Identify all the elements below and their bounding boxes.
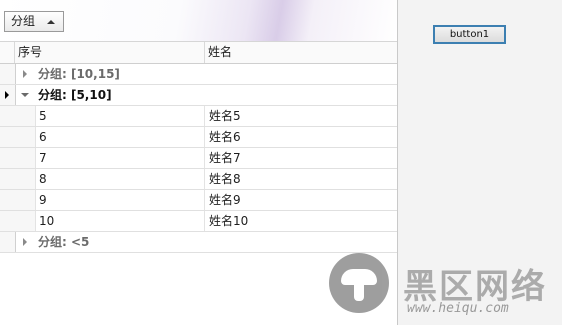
row-indicator	[0, 127, 16, 147]
cell-name[interactable]: 姓名8	[205, 169, 397, 189]
table-row[interactable]: 7 姓名7	[0, 148, 397, 169]
table-row[interactable]: 10 姓名10	[0, 211, 397, 232]
group-indent	[15, 127, 36, 147]
cell-name[interactable]: 姓名7	[205, 148, 397, 168]
cell-name[interactable]: 姓名5	[205, 106, 397, 126]
group-indent	[15, 106, 36, 126]
mushroom-logo-icon	[329, 253, 389, 313]
cell-index[interactable]: 10	[35, 211, 205, 231]
group-panel: 分组	[0, 0, 397, 42]
table-row[interactable]: 8 姓名8	[0, 169, 397, 190]
collapse-arrow-icon[interactable]	[21, 93, 29, 97]
group-label: 分组: [5,10]	[38, 88, 112, 102]
row-indicator	[0, 85, 16, 105]
watermark-url: www.heiqu.com	[407, 301, 509, 316]
group-chip-label: 分组	[11, 14, 36, 28]
row-indicator-header	[0, 42, 15, 63]
cell-index[interactable]: 6	[35, 127, 205, 147]
group-row[interactable]: 分组: [5,10]	[0, 85, 397, 106]
group-label: 分组: <5	[38, 235, 90, 249]
group-indent	[15, 169, 36, 189]
row-indicator	[0, 190, 16, 210]
cell-name[interactable]: 姓名9	[205, 190, 397, 210]
group-indent	[15, 190, 36, 210]
column-header-row: 序号 姓名	[0, 42, 397, 64]
group-indent	[15, 148, 36, 168]
table-row[interactable]: 5 姓名5	[0, 106, 397, 127]
cell-index[interactable]: 9	[35, 190, 205, 210]
cell-index[interactable]: 7	[35, 148, 205, 168]
cell-name[interactable]: 姓名6	[205, 127, 397, 147]
table-row[interactable]: 6 姓名6	[0, 127, 397, 148]
group-indent	[15, 211, 36, 231]
row-indicator	[0, 211, 16, 231]
row-indicator	[0, 232, 16, 252]
column-header-index-label: 序号	[18, 45, 43, 59]
expand-arrow-icon[interactable]	[23, 70, 27, 78]
group-row[interactable]: 分组: <5	[0, 232, 397, 253]
column-header-name[interactable]: 姓名	[205, 42, 397, 63]
group-label: 分组: [10,15]	[38, 67, 120, 81]
cell-name[interactable]: 姓名10	[205, 211, 397, 231]
table-row[interactable]: 9 姓名9	[0, 190, 397, 211]
row-indicator	[0, 106, 16, 126]
column-header-index[interactable]: 序号	[15, 42, 205, 63]
current-row-arrow-icon	[5, 91, 9, 99]
row-indicator	[0, 148, 16, 168]
group-row[interactable]: 分组: [10,15]	[0, 64, 397, 85]
button1[interactable]: button1	[433, 25, 506, 44]
cell-index[interactable]: 8	[35, 169, 205, 189]
row-indicator	[0, 169, 16, 189]
expand-arrow-icon[interactable]	[23, 238, 27, 246]
group-column-chip[interactable]: 分组	[4, 11, 64, 32]
row-indicator	[0, 64, 16, 84]
column-header-name-label: 姓名	[208, 45, 233, 59]
cell-index[interactable]: 5	[35, 106, 205, 126]
sort-ascending-icon[interactable]	[47, 20, 55, 24]
